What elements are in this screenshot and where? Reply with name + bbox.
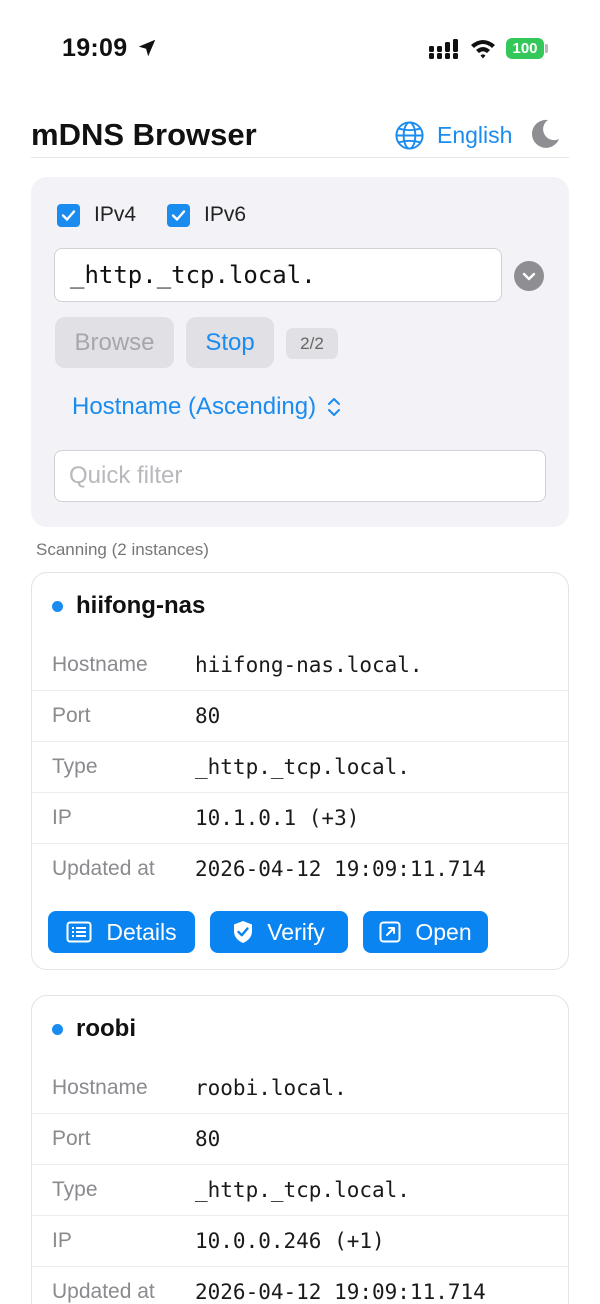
sort-selector[interactable]: Hostname (Ascending) bbox=[72, 393, 342, 421]
language-button[interactable]: English bbox=[394, 118, 512, 152]
verify-label: Verify bbox=[267, 918, 325, 945]
row-value: 10.1.0.1 (+3) bbox=[195, 805, 360, 830]
card-actions: Details Verify Open bbox=[48, 911, 503, 953]
scan-status: Scanning (2 instances) bbox=[36, 540, 209, 559]
row-key: Type bbox=[52, 1177, 98, 1201]
battery-icon: 100 bbox=[506, 38, 544, 59]
card-header: hiifong-nas bbox=[32, 573, 568, 639]
row-key: Port bbox=[52, 1126, 91, 1150]
location-arrow-icon bbox=[138, 39, 156, 57]
row-value: 10.0.0.246 (+1) bbox=[195, 1228, 385, 1253]
service-type-dropdown-button[interactable] bbox=[514, 261, 544, 291]
detail-row-updated: Updated at 2026-04-12 19:09:11.714 bbox=[32, 1266, 568, 1304]
row-key: IP bbox=[52, 1228, 72, 1252]
language-label: English bbox=[437, 121, 513, 148]
external-link-icon bbox=[379, 921, 401, 943]
row-value: _http._tcp.local. bbox=[195, 1177, 410, 1202]
service-card: hiifong-nas Hostname hiifong-nas.local. … bbox=[31, 572, 569, 970]
browse-button[interactable]: Browse bbox=[55, 317, 174, 368]
row-key: Type bbox=[52, 754, 98, 778]
status-dot-icon bbox=[52, 1023, 63, 1035]
row-key: Updated at bbox=[52, 1279, 155, 1303]
row-key: Port bbox=[52, 703, 91, 727]
detail-row-updated: Updated at 2026-04-12 19:09:11.714 bbox=[32, 843, 568, 894]
checkbox-checked-icon bbox=[167, 203, 190, 227]
card-header: roobi bbox=[32, 996, 568, 1062]
chevron-down-icon bbox=[522, 272, 536, 281]
battery-level: 100 bbox=[512, 40, 538, 57]
globe-icon bbox=[395, 120, 424, 150]
cellular-signal-icon bbox=[429, 39, 458, 59]
row-value: _http._tcp.local. bbox=[195, 754, 410, 779]
detail-row-hostname: Hostname roobi.local. bbox=[32, 1062, 568, 1113]
ipv6-label: IPv6 bbox=[204, 203, 247, 226]
details-label: Details bbox=[106, 918, 177, 945]
row-value: 2026-04-12 19:09:11.714 bbox=[195, 856, 486, 881]
service-type-input[interactable] bbox=[54, 248, 502, 302]
row-key: Hostname bbox=[52, 1075, 148, 1099]
quick-filter-input[interactable] bbox=[54, 450, 546, 502]
ipv4-checkbox[interactable]: IPv4 bbox=[57, 203, 136, 227]
moon-icon[interactable] bbox=[528, 117, 562, 151]
row-key: IP bbox=[52, 805, 72, 829]
detail-row-type: Type _http._tcp.local. bbox=[32, 1164, 568, 1215]
row-value: 80 bbox=[195, 703, 221, 728]
detail-row-type: Type _http._tcp.local. bbox=[32, 741, 568, 792]
chevron-up-down-icon bbox=[328, 398, 341, 416]
row-key: Hostname bbox=[52, 652, 148, 676]
checkbox-checked-icon bbox=[57, 203, 80, 227]
detail-row-port: Port 80 bbox=[32, 690, 568, 741]
row-value: 2026-04-12 19:09:11.714 bbox=[195, 1279, 486, 1304]
detail-row-ip: IP 10.0.0.246 (+1) bbox=[32, 1215, 568, 1266]
wifi-icon bbox=[471, 40, 495, 59]
stop-button[interactable]: Stop bbox=[186, 317, 274, 368]
row-value: hiifong-nas.local. bbox=[195, 652, 423, 677]
status-dot-icon bbox=[52, 600, 63, 612]
verify-button[interactable]: Verify bbox=[210, 911, 348, 953]
open-button[interactable]: Open bbox=[363, 911, 488, 953]
status-time: 19:09 bbox=[62, 34, 128, 62]
details-button[interactable]: Details bbox=[48, 911, 195, 953]
list-icon bbox=[66, 921, 92, 943]
app-title: mDNS Browser bbox=[31, 117, 257, 152]
battery-tip bbox=[545, 44, 548, 53]
service-card: roobi Hostname roobi.local. Port 80 Type… bbox=[31, 995, 569, 1304]
open-label: Open bbox=[415, 918, 472, 945]
status-bar: 19:09 100 bbox=[0, 0, 600, 96]
ipv4-label: IPv4 bbox=[94, 203, 137, 226]
service-name: roobi bbox=[76, 1015, 136, 1042]
shield-check-icon bbox=[234, 921, 253, 943]
control-panel: IPv4 IPv6 Browse Stop 2/2 Hostname (Asce… bbox=[31, 177, 569, 527]
row-value: roobi.local. bbox=[195, 1075, 347, 1100]
service-name: hiifong-nas bbox=[76, 592, 206, 619]
row-value: 80 bbox=[195, 1126, 221, 1151]
detail-row-hostname: Hostname hiifong-nas.local. bbox=[32, 639, 568, 690]
detail-row-port: Port 80 bbox=[32, 1113, 568, 1164]
row-key: Updated at bbox=[52, 856, 155, 880]
header-divider bbox=[31, 157, 569, 158]
instance-count-badge: 2/2 bbox=[286, 328, 338, 359]
detail-row-ip: IP 10.1.0.1 (+3) bbox=[32, 792, 568, 843]
ipv6-checkbox[interactable]: IPv6 bbox=[167, 203, 246, 227]
sort-label: Hostname (Ascending) bbox=[72, 393, 317, 420]
